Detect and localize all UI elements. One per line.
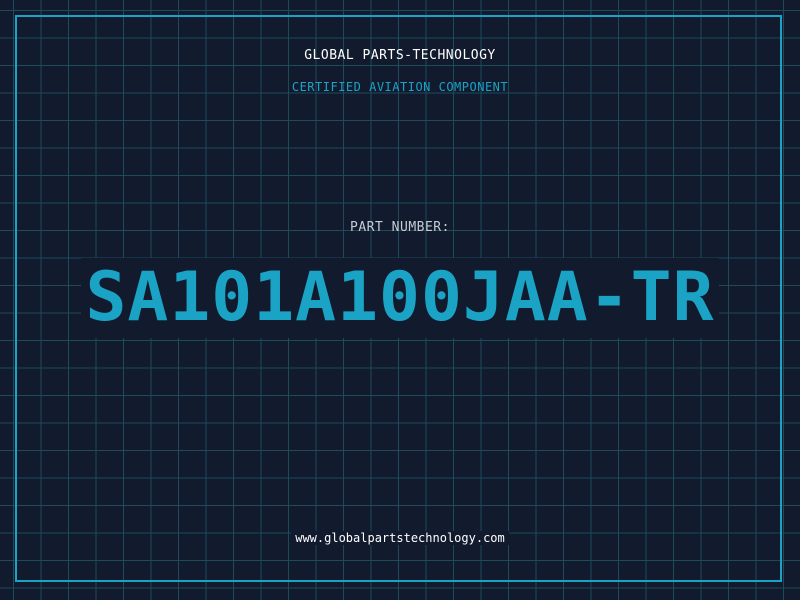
certification-subtitle: CERTIFIED AVIATION COMPONENT	[291, 80, 509, 94]
website-url: www.globalpartstechnology.com	[291, 531, 509, 545]
part-number-label: PART NUMBER:	[350, 220, 450, 235]
part-number-value: SA101A100JAA-TR	[81, 258, 719, 338]
company-name: GLOBAL PARTS-TECHNOLOGY	[304, 48, 496, 63]
website-footer: www.globalpartstechnology.com	[0, 531, 800, 545]
part-number-container: SA101A100JAA-TR	[0, 258, 800, 338]
